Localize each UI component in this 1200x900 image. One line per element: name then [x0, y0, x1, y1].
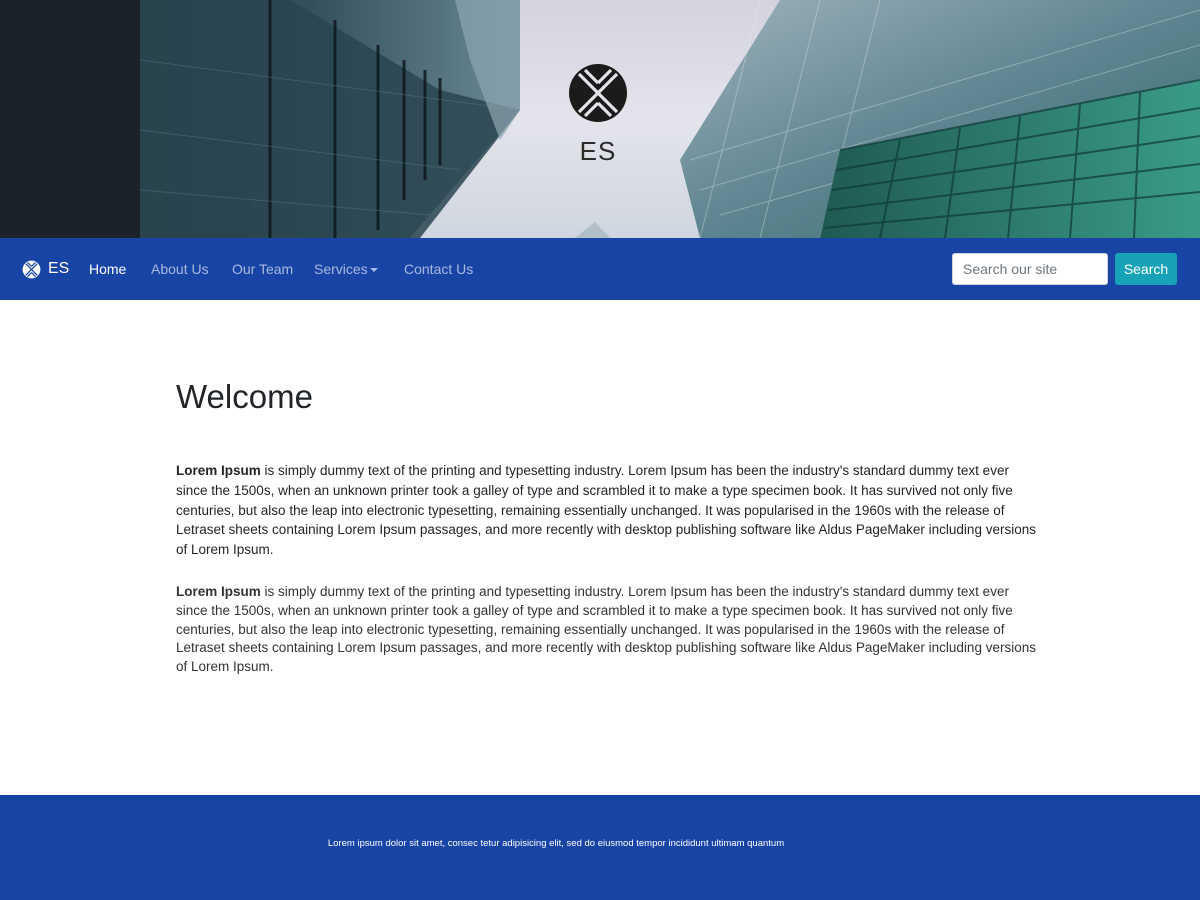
- footer-text: Lorem ipsum dolor sit amet, consec tetur…: [327, 838, 785, 849]
- nav-link-about-us[interactable]: About Us: [151, 238, 209, 300]
- chevron-down-icon: [369, 268, 378, 273]
- nav-link-our-team[interactable]: Our Team: [232, 238, 293, 300]
- search-input[interactable]: [952, 253, 1108, 285]
- nav-link-contact-us[interactable]: Contact Us: [404, 238, 473, 300]
- brand-text: ES: [48, 260, 70, 277]
- es-logo-icon: [569, 64, 627, 122]
- paragraph-text: is simply dummy text of the printing and…: [176, 584, 1036, 675]
- nav-link-home[interactable]: Home: [89, 238, 126, 300]
- page-title: Welcome: [176, 378, 313, 415]
- search-button[interactable]: Search: [1115, 253, 1177, 285]
- nav-link-services[interactable]: Services: [314, 238, 378, 300]
- es-logo-icon: [22, 260, 41, 278]
- nav-link-services-label: Services: [314, 261, 368, 277]
- paragraph-text: is simply dummy text of the printing and…: [176, 463, 1036, 558]
- hero-banner: ES: [0, 0, 1200, 238]
- content-paragraph: Lorem Ipsum is simply dummy text of the …: [176, 583, 1038, 677]
- hero-title: ES: [579, 136, 617, 166]
- paragraph-bold-lead: Lorem Ipsum: [176, 584, 261, 599]
- navbar-brand[interactable]: ES: [22, 238, 69, 300]
- content-paragraph: Lorem Ipsum is simply dummy text of the …: [176, 461, 1038, 560]
- paragraph-bold-lead: Lorem Ipsum: [176, 463, 261, 478]
